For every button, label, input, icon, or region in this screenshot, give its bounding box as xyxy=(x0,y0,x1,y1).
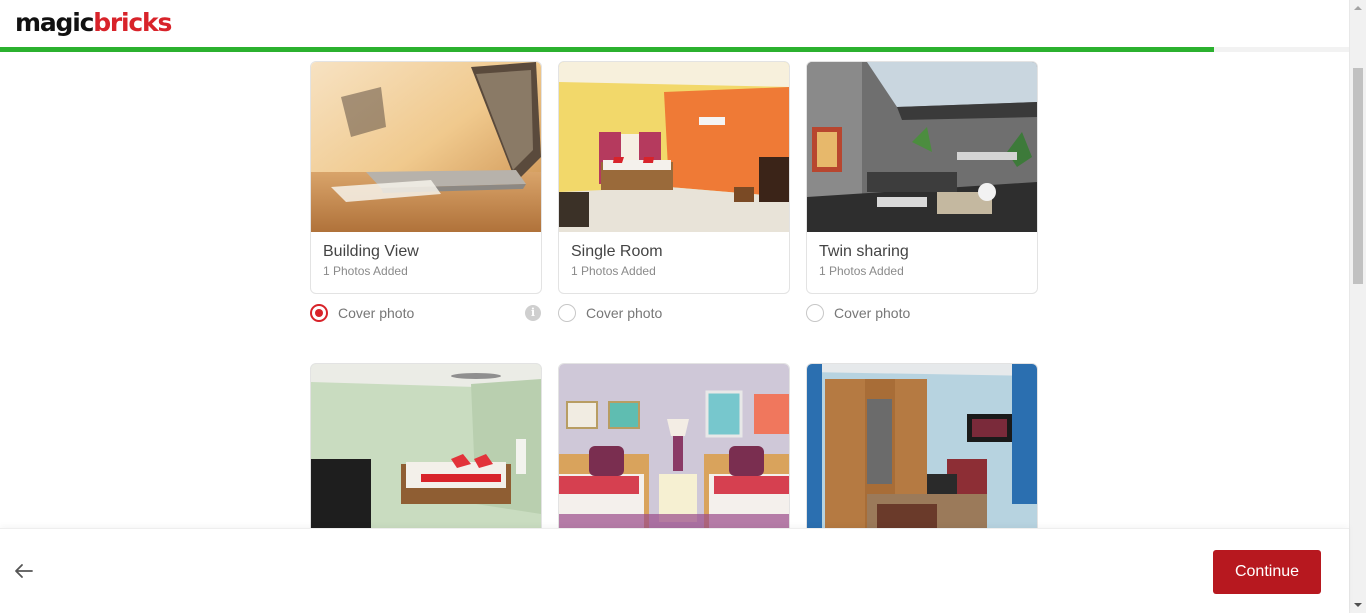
laptop-photo xyxy=(311,62,541,232)
cover-photo-option[interactable]: Cover photo xyxy=(558,302,790,324)
photo-thumbnail[interactable] xyxy=(807,364,1037,534)
photo-card-box[interactable]: Building View 1 Photos Added xyxy=(310,61,542,294)
photo-category-title: Twin sharing xyxy=(819,243,909,260)
scroll-up-arrow-icon[interactable] xyxy=(1350,0,1366,16)
arrow-left-icon[interactable] xyxy=(12,559,36,583)
photo-card-box[interactable] xyxy=(806,363,1038,535)
photo-card-row2-3[interactable] xyxy=(806,363,1038,535)
progress-bar xyxy=(0,47,1349,52)
photo-count: 1 Photos Added xyxy=(571,264,656,278)
photo-card-twin-sharing[interactable]: Twin sharing 1 Photos Added Cover photo xyxy=(806,61,1038,324)
wardrobe-room-photo xyxy=(807,364,1037,534)
scroll-down-arrow-icon[interactable] xyxy=(1350,597,1366,613)
cover-photo-option[interactable]: Cover photo xyxy=(806,302,1038,324)
photo-card-row2-1[interactable] xyxy=(310,363,542,535)
photo-card-body: Building View 1 Photos Added xyxy=(311,232,541,293)
cover-photo-option[interactable]: Cover photo i xyxy=(310,302,542,324)
photo-card-body: Single Room 1 Photos Added xyxy=(559,232,789,293)
progress-bar-fill xyxy=(0,47,1214,52)
orange-bedroom-photo xyxy=(559,62,789,232)
photo-thumbnail[interactable] xyxy=(311,364,541,534)
photo-category-title: Single Room xyxy=(571,243,663,260)
cover-photo-label: Cover photo xyxy=(338,305,415,321)
logo-text-magic: magic xyxy=(15,8,94,37)
cover-photo-radio[interactable] xyxy=(806,304,824,322)
photo-category-title: Building View xyxy=(323,243,419,260)
photo-card-row2-2[interactable] xyxy=(558,363,790,535)
cover-photo-label: Cover photo xyxy=(834,305,911,321)
cover-photo-radio[interactable] xyxy=(558,304,576,322)
photo-count: 1 Photos Added xyxy=(323,264,408,278)
vertical-scrollbar[interactable] xyxy=(1349,0,1366,613)
photo-thumbnail[interactable] xyxy=(559,364,789,534)
photo-card-box[interactable] xyxy=(558,363,790,535)
logo-text-bricks: bricks xyxy=(93,8,172,37)
magicbricks-logo[interactable]: magicbricks xyxy=(15,6,172,40)
photo-card-body: Twin sharing 1 Photos Added xyxy=(807,232,1037,293)
footer-bar: Continue xyxy=(0,528,1349,613)
continue-button[interactable]: Continue xyxy=(1213,550,1321,594)
photo-thumbnail[interactable] xyxy=(807,62,1037,232)
modern-interior-photo xyxy=(807,62,1037,232)
scrollbar-thumb[interactable] xyxy=(1353,68,1363,284)
photo-card-box[interactable] xyxy=(310,363,542,535)
photo-count: 1 Photos Added xyxy=(819,264,904,278)
info-icon[interactable]: i xyxy=(525,305,541,321)
photo-card-building-view[interactable]: Building View 1 Photos Added Cover photo… xyxy=(310,61,542,324)
twin-bedroom-photo xyxy=(559,364,789,534)
header: magicbricks xyxy=(0,0,1349,52)
photo-thumbnail[interactable] xyxy=(559,62,789,232)
photo-card-single-room[interactable]: Single Room 1 Photos Added Cover photo xyxy=(558,61,790,324)
green-bedroom-photo xyxy=(311,364,541,534)
cover-photo-radio-selected[interactable] xyxy=(310,304,328,322)
photo-thumbnail[interactable] xyxy=(311,62,541,232)
photo-card-box[interactable]: Single Room 1 Photos Added xyxy=(558,61,790,294)
cover-photo-label: Cover photo xyxy=(586,305,663,321)
photo-card-box[interactable]: Twin sharing 1 Photos Added xyxy=(806,61,1038,294)
